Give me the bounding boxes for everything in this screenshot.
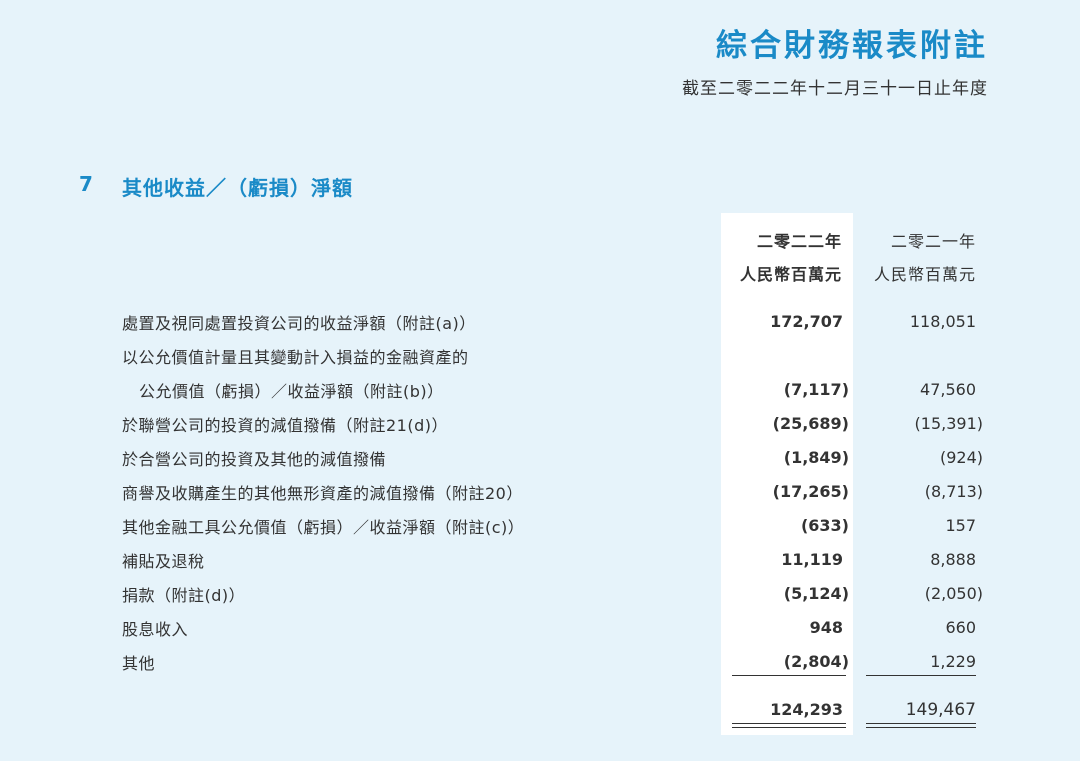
current-value: 11,119 [781,550,843,569]
previous-value: (8,713) [924,482,983,501]
page-subtitle: 截至二零二二年十二月三十一日止年度 [682,79,988,99]
current-value: (17,265) [772,482,849,501]
total-current: 124,293 [770,700,843,719]
section-title: 其他收益／（虧損）淨額 [122,176,353,200]
total-double-rule-previous-top [866,723,976,724]
previous-value: 47,560 [920,380,976,399]
row-label: 處置及視同處置投資公司的收益淨額（附註(a)） [122,314,476,333]
current-value: (633) [800,516,849,535]
page-title: 綜合財務報表附註 [716,28,988,64]
row-label: 以公允價值計量且其變動計入損益的金融資產的 [122,348,469,367]
previous-value: (924) [939,448,983,467]
total-double-rule-current-bottom [732,727,846,728]
current-value: (7,117) [783,380,849,399]
row-label: 其他 [122,654,156,673]
row-label: 於合營公司的投資及其他的減值撥備 [122,450,387,469]
row-label: 補貼及退稅 [122,552,205,571]
previous-value: 8,888 [930,550,976,569]
subtotal-rule-previous [866,675,976,676]
section-number: 7 [79,172,93,196]
row-label: 於聯營公司的投資的減值撥備（附註21(d)） [122,416,449,435]
current-value: (1,849) [783,448,849,467]
previous-value: 157 [945,516,976,535]
current-value: 948 [809,618,843,637]
current-year-header: 二零二二年 [756,232,842,251]
row-label: 其他金融工具公允價值（虧損）／收益淨額（附註(c)） [122,518,525,537]
total-double-rule-current-top [732,723,846,724]
current-value: (5,124) [783,584,849,603]
previous-value: (15,391) [914,414,983,433]
subtotal-rule-current [732,675,846,676]
previous-unit-header: 人民幣百萬元 [873,265,976,284]
current-value: (2,804) [783,652,849,671]
previous-value: 660 [945,618,976,637]
current-value: (25,689) [772,414,849,433]
previous-value: 118,051 [909,312,976,331]
previous-year-header: 二零二一年 [890,232,976,251]
previous-value: (2,050) [924,584,983,603]
row-label: 股息收入 [122,620,189,639]
row-label: 公允價值（虧損）／收益淨額（附註(b)） [139,382,444,401]
total-double-rule-previous-bottom [866,727,976,728]
row-label: 商譽及收購產生的其他無形資產的減值撥備（附註20） [122,484,523,503]
previous-value: 1,229 [930,652,976,671]
row-label: 捐款（附註(d)） [122,586,246,605]
current-unit-header: 人民幣百萬元 [739,265,842,284]
total-previous: 149,467 [905,700,976,720]
current-value: 172,707 [770,312,843,331]
